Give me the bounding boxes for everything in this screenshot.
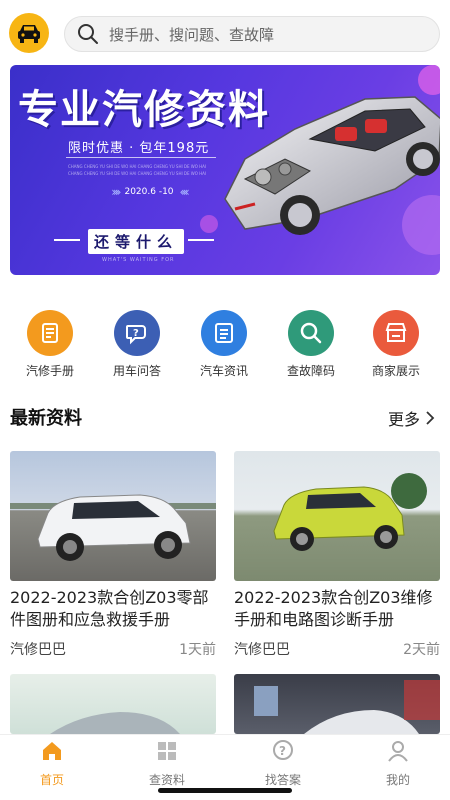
chevrons-icon: ›››› — [111, 185, 121, 199]
nav-circle: ? — [114, 310, 160, 356]
tab-label: 查资料 — [148, 773, 185, 787]
card-meta: 汽修巴巴 2天前 — [234, 639, 440, 659]
nav-fault-code[interactable]: 查故障码 — [266, 310, 356, 379]
tab-label: 我的 — [385, 773, 410, 787]
card-thumbnail — [10, 674, 216, 734]
nav-repair-manual[interactable]: 汽修手册 — [5, 310, 95, 379]
nav-merchant[interactable]: 商家展示 — [351, 310, 441, 379]
article-card[interactable]: 2022-2023款合创Z03维修手册和电路图诊断手册 汽修巴巴 2天前 — [234, 451, 440, 659]
banner-fine-print: CHANG CHENG YU SHI DE WO HAI CHANG CHENG… — [68, 164, 207, 176]
car-image — [254, 680, 440, 734]
banner-date: ›››› 2020.6 -10 ‹‹‹‹ — [94, 183, 204, 201]
card-thumbnail — [234, 451, 440, 581]
search-icon — [78, 24, 98, 44]
news-icon — [215, 323, 233, 343]
card-time: 1天前 — [179, 642, 216, 658]
store-icon — [385, 323, 407, 342]
card-thumbnail — [234, 674, 440, 734]
nav-circle — [373, 310, 419, 356]
more-link[interactable]: 更多 — [388, 406, 436, 430]
article-card[interactable]: 2022-2023款合创Z03零部件图册和应急救援手册 汽修巴巴 1天前 — [10, 451, 216, 659]
banner-slogan: 还等什么 — [88, 229, 185, 254]
grid-icon — [158, 742, 176, 760]
question-icon: ? — [273, 740, 293, 760]
svg-text:?: ? — [279, 744, 286, 758]
white-suv-image — [10, 494, 216, 561]
nav-car-news[interactable]: 汽车资讯 — [179, 310, 269, 379]
card-time: 2天前 — [403, 642, 440, 658]
top-bar: 搜手册、搜问题、查故障 — [0, 0, 450, 64]
home-icon — [43, 742, 61, 760]
tab-label: 找答案 — [264, 773, 301, 787]
banner-promo: 限时优惠 · 包年198元 — [68, 141, 210, 156]
car-cutaway-illustration — [224, 96, 440, 235]
search-bar[interactable]: 搜手册、搜问题、查故障 — [64, 16, 440, 52]
nav-circle — [27, 310, 73, 356]
user-icon — [388, 741, 408, 762]
car-image — [50, 712, 180, 734]
tab-home[interactable]: 首页 — [7, 739, 97, 788]
card-thumbnail — [10, 451, 216, 581]
nav-circle — [201, 310, 247, 356]
more-label: 更多 — [387, 410, 420, 429]
green-suv-image — [273, 473, 427, 551]
manual-icon — [42, 323, 58, 343]
banner-slogan-en: WHAT'S WAITING FOR — [102, 257, 175, 263]
nav-label: 汽修手册 — [25, 364, 74, 378]
banner-divider — [66, 157, 216, 158]
banner-date-text: 2020.6 -10 — [124, 187, 174, 197]
card-title: 2022-2023款合创Z03零部件图册和应急救援手册 — [10, 588, 209, 629]
slogan-bar-left — [54, 239, 80, 241]
tab-search-materials[interactable]: 查资料 — [122, 739, 212, 788]
chat-question-icon: ? — [126, 325, 146, 345]
card-source: 汽修巴巴 — [10, 642, 66, 658]
svg-text:?: ? — [133, 328, 139, 339]
magnifier-icon — [300, 322, 322, 344]
article-card-partial[interactable] — [10, 674, 216, 734]
promo-banner[interactable]: 专业汽修资料 限时优惠 · 包年198元 CHANG CHENG YU SHI … — [10, 65, 440, 275]
nav-label: 汽车资讯 — [199, 364, 248, 378]
card-meta: 汽修巴巴 1天前 — [10, 639, 216, 659]
card-source: 汽修巴巴 — [234, 642, 290, 658]
nav-label: 商家展示 — [371, 364, 420, 378]
search-placeholder: 搜手册、搜问题、查故障 — [109, 25, 275, 44]
tab-find-answers[interactable]: ? 找答案 — [238, 739, 328, 788]
card-title: 2022-2023款合创Z03维修手册和电路图诊断手册 — [234, 588, 433, 629]
car-icon — [18, 25, 40, 43]
chevrons-icon: ‹‹‹‹ — [179, 185, 190, 199]
nav-car-qa[interactable]: ? 用车问答 — [92, 310, 182, 379]
nav-label: 查故障码 — [286, 364, 335, 378]
chevron-right-icon — [426, 411, 435, 425]
nav-circle — [288, 310, 334, 356]
home-indicator[interactable] — [158, 788, 292, 793]
article-card-partial[interactable] — [234, 674, 440, 734]
app-logo[interactable] — [9, 13, 49, 53]
quick-nav: 汽修手册 ? 用车问答 汽车资讯 查故障码 商家展示 — [0, 310, 450, 380]
section-title: 最新资料 — [10, 408, 82, 429]
tab-label: 首页 — [39, 773, 64, 787]
nav-label: 用车问答 — [112, 364, 161, 378]
slogan-bar-right — [188, 239, 214, 241]
tab-profile[interactable]: 我的 — [353, 739, 443, 788]
